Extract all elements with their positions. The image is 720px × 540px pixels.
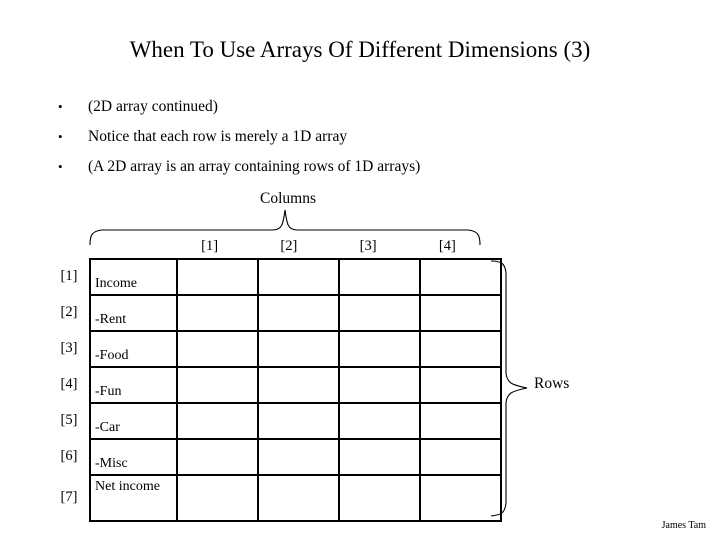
table-row: -Fun bbox=[89, 366, 502, 404]
array-grid-table: Income -Rent -Food -Fun -Car -Misc Net i… bbox=[89, 258, 502, 522]
column-header-3: [3] bbox=[359, 238, 377, 254]
row-name-cell: -Car bbox=[89, 402, 178, 440]
grid-cell[interactable] bbox=[419, 474, 502, 522]
row-index-7: [7] bbox=[60, 488, 78, 505]
page-title: When To Use Arrays Of Different Dimensio… bbox=[129, 37, 591, 62]
table-row: Income bbox=[89, 258, 502, 296]
rows-label: Rows bbox=[534, 375, 570, 392]
row-index-5: [5] bbox=[60, 411, 78, 428]
column-header-row: [1] [2] [3] [4] bbox=[170, 236, 487, 256]
rows-brace-icon bbox=[490, 260, 528, 517]
grid-cell[interactable] bbox=[257, 330, 340, 368]
grid-cell[interactable] bbox=[257, 402, 340, 440]
row-index-6: [6] bbox=[60, 447, 78, 464]
grid-cell[interactable] bbox=[176, 366, 259, 404]
table-row: Net income bbox=[89, 474, 502, 522]
list-item: • (A 2D array is an array containing row… bbox=[58, 156, 658, 186]
row-index-1: [1] bbox=[60, 267, 78, 284]
grid-cell[interactable] bbox=[176, 438, 259, 476]
list-item: • Notice that each row is merely a 1D ar… bbox=[58, 126, 658, 156]
grid-cell[interactable] bbox=[257, 294, 340, 332]
grid-cell[interactable] bbox=[419, 294, 502, 332]
bullet-text: Notice that each row is merely a 1D arra… bbox=[88, 128, 348, 145]
row-name-cell: -Food bbox=[89, 330, 178, 368]
grid-cell[interactable] bbox=[338, 474, 421, 522]
grid-cell[interactable] bbox=[176, 294, 259, 332]
row-name-cell: -Rent bbox=[89, 294, 178, 332]
grid-cell[interactable] bbox=[419, 438, 502, 476]
grid-cell[interactable] bbox=[419, 402, 502, 440]
grid-cell[interactable] bbox=[419, 258, 502, 296]
bullet-icon: • bbox=[58, 159, 63, 174]
grid-cell[interactable] bbox=[176, 330, 259, 368]
row-index-labels: [1] [2] [3] [4] [5] [6] [7] bbox=[52, 258, 86, 520]
grid-cell[interactable] bbox=[257, 258, 340, 296]
table-row: -Misc bbox=[89, 438, 502, 476]
grid-cell[interactable] bbox=[257, 366, 340, 404]
bullet-icon: • bbox=[58, 99, 63, 114]
row-index-4: [4] bbox=[60, 375, 78, 392]
grid-cell[interactable] bbox=[338, 258, 421, 296]
column-header-1: [1] bbox=[201, 238, 219, 254]
bullet-text: (A 2D array is an array containing rows … bbox=[88, 158, 421, 175]
grid-cell[interactable] bbox=[338, 402, 421, 440]
row-index-2: [2] bbox=[60, 303, 78, 320]
list-item: • (2D array continued) bbox=[58, 96, 658, 126]
grid-cell[interactable] bbox=[176, 402, 259, 440]
columns-label: Columns bbox=[260, 190, 316, 207]
bullet-list: • (2D array continued) • Notice that eac… bbox=[58, 96, 658, 186]
column-header-4: [4] bbox=[438, 238, 456, 254]
grid-cell[interactable] bbox=[338, 294, 421, 332]
table-row: -Car bbox=[89, 402, 502, 440]
bullet-icon: • bbox=[58, 129, 63, 144]
row-name-cell: -Misc bbox=[89, 438, 178, 476]
row-name-cell: -Fun bbox=[89, 366, 178, 404]
column-header-2: [2] bbox=[280, 238, 298, 254]
grid-cell[interactable] bbox=[419, 366, 502, 404]
grid-cell[interactable] bbox=[176, 258, 259, 296]
grid-cell[interactable] bbox=[419, 330, 502, 368]
grid-cell[interactable] bbox=[176, 474, 259, 522]
table-row: -Rent bbox=[89, 294, 502, 332]
grid-cell[interactable] bbox=[257, 438, 340, 476]
bullet-text: (2D array continued) bbox=[88, 98, 218, 115]
grid-cell[interactable] bbox=[338, 330, 421, 368]
row-name-cell: Income bbox=[89, 258, 178, 296]
grid-cell[interactable] bbox=[257, 474, 340, 522]
table-row: -Food bbox=[89, 330, 502, 368]
row-name-cell: Net income bbox=[89, 474, 178, 522]
grid-cell[interactable] bbox=[338, 438, 421, 476]
footer-author: James Tam bbox=[661, 520, 706, 531]
row-index-3: [3] bbox=[60, 339, 78, 356]
grid-cell[interactable] bbox=[338, 366, 421, 404]
